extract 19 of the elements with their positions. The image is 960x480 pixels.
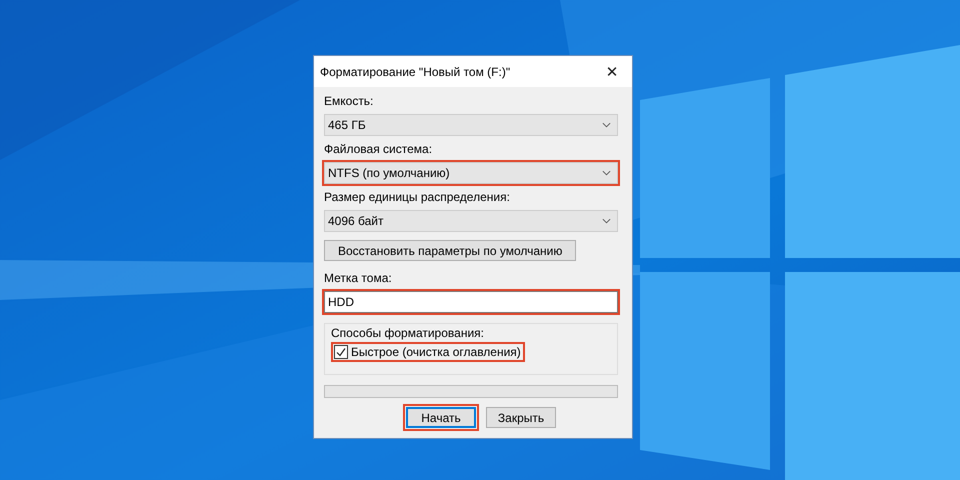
chevron-down-icon (602, 218, 611, 224)
dialog-button[interactable]: Закрыть (486, 407, 556, 428)
field-label: Файловая система: (324, 142, 434, 156)
close-button[interactable]: ✕ (592, 56, 632, 87)
dropdown[interactable]: 4096 байт (324, 210, 618, 232)
field-label: Размер единицы распределения: (324, 190, 511, 204)
text-field[interactable]: HDD (324, 291, 618, 313)
dropdown[interactable]: NTFS (по умолчанию) (324, 162, 618, 184)
field-label: Метка тома: (324, 271, 393, 285)
dialog-button[interactable]: Начать (406, 407, 476, 428)
field-label: Емкость: (324, 94, 374, 108)
checkbox[interactable] (334, 345, 348, 359)
chevron-down-icon (602, 122, 611, 128)
restore-defaults-button[interactable]: Восстановить параметры по умолчанию (324, 240, 576, 261)
window-title: Форматирование "Новый том (F:)" (320, 64, 510, 78)
checkbox-label[interactable]: Быстрое (очистка оглавления) (351, 345, 521, 359)
chevron-down-icon (602, 170, 611, 176)
dropdown[interactable]: 465 ГБ (324, 114, 618, 136)
group-label: Способы форматирования: (331, 326, 485, 340)
